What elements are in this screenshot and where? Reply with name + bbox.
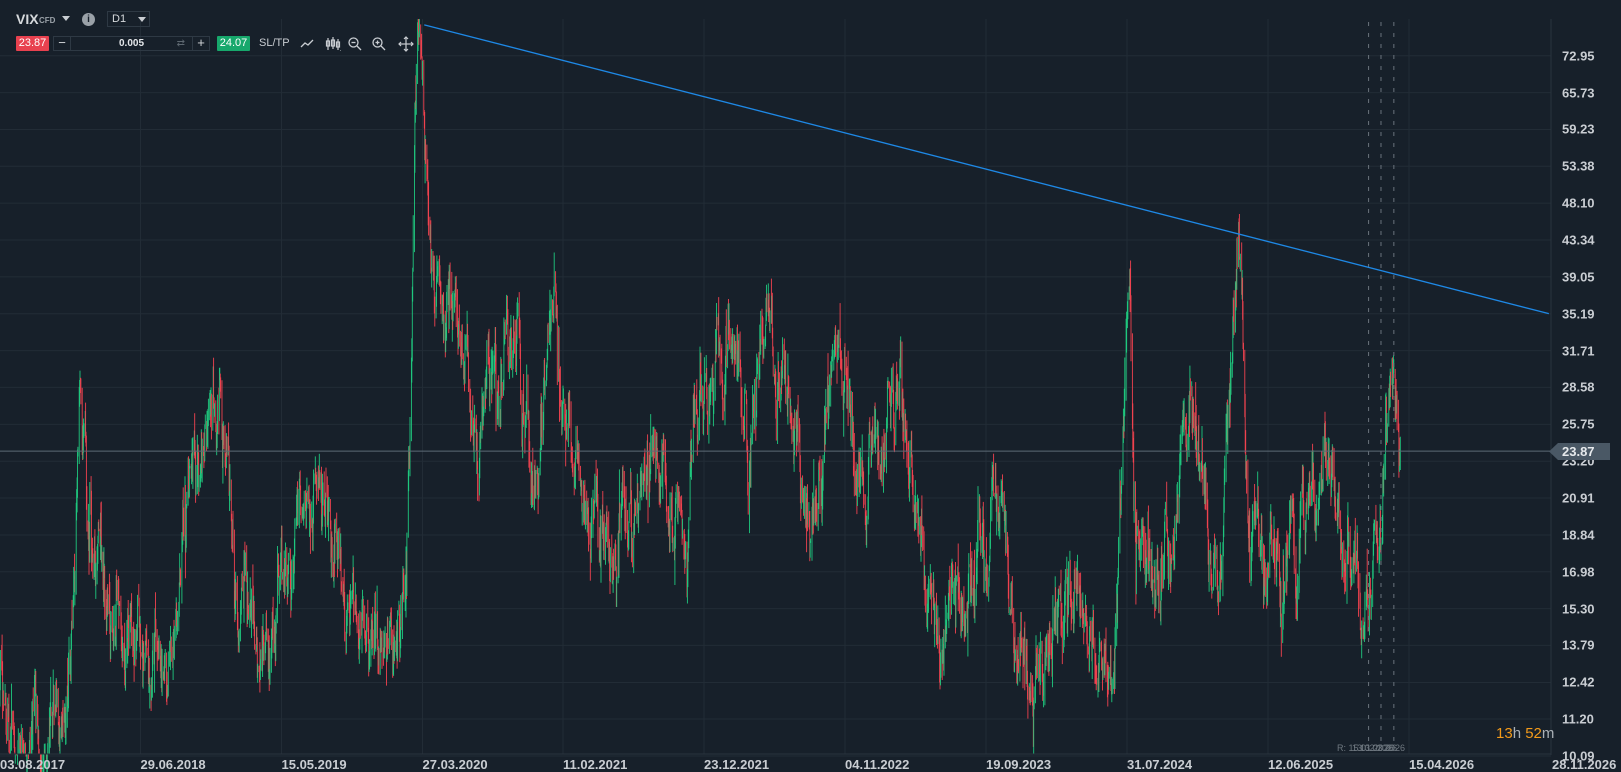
- timeframe-value: D1: [112, 13, 127, 25]
- price-tick-label: 31.71: [1562, 343, 1595, 359]
- time-tick-label: 12.06.2025: [1268, 757, 1334, 772]
- move-icon[interactable]: [398, 36, 414, 52]
- price-tick-label: 28.58: [1562, 379, 1595, 395]
- price-tick-label: 15.30: [1562, 601, 1595, 617]
- price-tick-label: 18.84: [1562, 527, 1595, 543]
- countdown-hours: 13: [1496, 725, 1513, 742]
- price-tick-label: 20.91: [1562, 490, 1595, 506]
- decrease-button[interactable]: −: [54, 36, 71, 50]
- countdown-minutes: 52: [1525, 725, 1542, 742]
- zoom-out-icon[interactable]: [347, 36, 363, 52]
- price-tick-label: 65.73: [1562, 85, 1595, 101]
- price-tick-label: 11.20: [1562, 711, 1594, 727]
- price-tick-label: 25.75: [1562, 416, 1595, 432]
- countdown-hours-unit: h: [1512, 725, 1522, 742]
- current-price-label: 23.87: [1562, 444, 1595, 459]
- time-tick-label: 11.02.2021: [563, 757, 628, 772]
- chevron-down-icon[interactable]: [62, 16, 70, 21]
- countdown-minutes-unit: m: [1541, 725, 1555, 742]
- sltp-button[interactable]: SL/TP: [259, 37, 290, 49]
- line-chart-icon[interactable]: [299, 36, 315, 52]
- chevron-down-icon: [138, 17, 146, 22]
- time-tick-label: 31.07.2024: [1127, 757, 1193, 772]
- time-tick-label: 15.04.2026: [1409, 757, 1475, 772]
- buy-button[interactable]: 24.07: [217, 36, 250, 51]
- symbol-name[interactable]: VIX: [16, 11, 39, 27]
- quantity-input[interactable]: 0.005: [71, 37, 192, 50]
- marker-label: 13.03.2026: [1360, 743, 1406, 753]
- price-tick-label: 43.34: [1562, 232, 1595, 248]
- price-chart[interactable]: [0, 0, 1621, 772]
- time-tick-label: 19.09.2023: [986, 757, 1052, 772]
- symbol-type: CFD: [39, 16, 56, 25]
- trendline[interactable]: [424, 24, 1550, 315]
- candlestick-icon[interactable]: [325, 36, 341, 52]
- price-tick-label: 35.19: [1562, 306, 1595, 322]
- time-tick-label: 29.06.2018: [140, 757, 206, 772]
- time-tick-label: 27.03.2020: [422, 757, 488, 772]
- price-tick-label: 12.42: [1562, 674, 1595, 690]
- price-tick-label: 39.05: [1562, 269, 1595, 285]
- time-tick-label: 15.05.2019: [281, 757, 347, 772]
- price-tick-label: 72.95: [1562, 48, 1595, 64]
- timeframe-select[interactable]: D1: [107, 11, 150, 27]
- price-tick-label: 48.10: [1562, 195, 1595, 211]
- quantity-stepper[interactable]: − 0.005 ⇄ +: [53, 36, 210, 51]
- price-tick-label: 13.79: [1562, 637, 1595, 653]
- time-tick-label: 04.11.2022: [845, 757, 910, 772]
- price-tick-label: 53.38: [1562, 158, 1595, 174]
- candle-countdown: 13h 52m: [1496, 725, 1554, 742]
- time-tick-label: 23.12.2021: [704, 757, 770, 772]
- time-tick-label: 28.11.2026: [1552, 757, 1617, 772]
- increase-button[interactable]: +: [192, 36, 209, 50]
- swap-icon[interactable]: ⇄: [177, 37, 185, 50]
- price-tick-label: 59.23: [1562, 121, 1595, 137]
- current-price-tag-text-wrap: 23.87: [1549, 443, 1610, 460]
- info-icon[interactable]: i: [82, 13, 95, 26]
- time-tick-label: 03.08.2017: [0, 757, 66, 772]
- zoom-in-icon[interactable]: [371, 36, 387, 52]
- candles: [0, 19, 1401, 772]
- sell-button[interactable]: 23.87: [16, 36, 49, 51]
- price-tick-label: 16.98: [1562, 564, 1595, 580]
